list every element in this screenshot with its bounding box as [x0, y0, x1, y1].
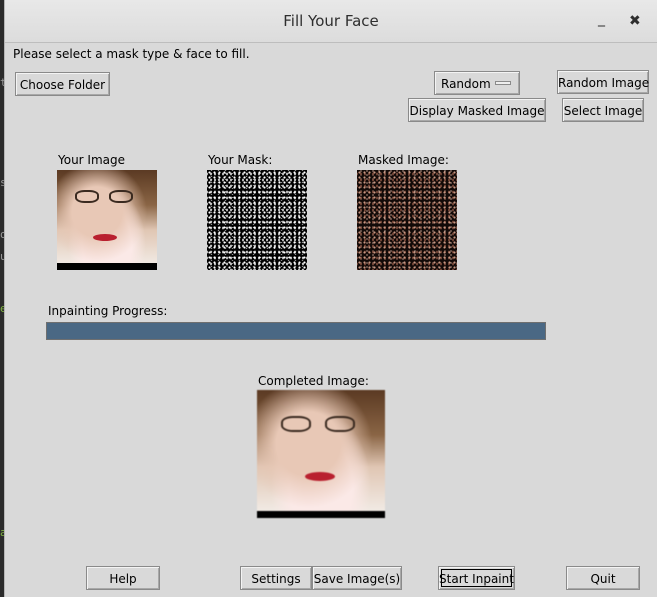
lips — [305, 472, 335, 481]
start-inpaint-button[interactable]: Start Inpaint — [438, 566, 515, 590]
progress-label: Inpainting Progress: — [48, 304, 168, 318]
display-masked-image-button[interactable]: Display Masked Image — [408, 98, 546, 122]
inpainting-progress-bar — [46, 322, 546, 340]
masked-image — [357, 170, 457, 270]
option-menu-indicator-icon — [495, 81, 511, 85]
random-image-button[interactable]: Random Image — [557, 70, 649, 94]
quit-button[interactable]: Quit — [566, 566, 640, 590]
glasses-left — [75, 190, 99, 203]
mask-image — [207, 170, 307, 270]
app-window: Fill Your Face _ ✖ Please select a mask … — [4, 0, 657, 597]
glasses-right — [109, 190, 133, 203]
close-icon[interactable]: ✖ — [629, 12, 641, 30]
completed-image — [257, 390, 385, 518]
your-image-label: Your Image — [58, 153, 126, 167]
image-bottom-band — [57, 263, 157, 270]
masked-image-label: Masked Image: — [358, 153, 449, 167]
mask-type-dropdown[interactable]: Random — [434, 71, 520, 95]
instructions-text: Please select a mask type & face to fill… — [13, 47, 250, 61]
completed-image-label: Completed Image: — [258, 374, 369, 388]
window-title: Fill Your Face — [283, 12, 379, 30]
glasses-right — [325, 416, 355, 432]
your-mask-label: Your Mask: — [208, 153, 273, 167]
progress-fill — [47, 323, 545, 339]
select-image-button[interactable]: Select Image — [562, 98, 644, 122]
image-bottom-band — [257, 511, 385, 518]
glasses-left — [281, 416, 311, 432]
title-bar[interactable]: Fill Your Face _ ✖ — [5, 0, 657, 43]
mask-type-selected: Random — [441, 77, 491, 91]
your-image — [57, 170, 157, 270]
choose-folder-button[interactable]: Choose Folder — [15, 72, 110, 96]
save-images-button[interactable]: Save Image(s) — [312, 566, 402, 590]
settings-button[interactable]: Settings — [240, 566, 312, 590]
lips — [93, 234, 117, 241]
minimize-icon[interactable]: _ — [598, 10, 605, 28]
help-button[interactable]: Help — [86, 566, 160, 590]
